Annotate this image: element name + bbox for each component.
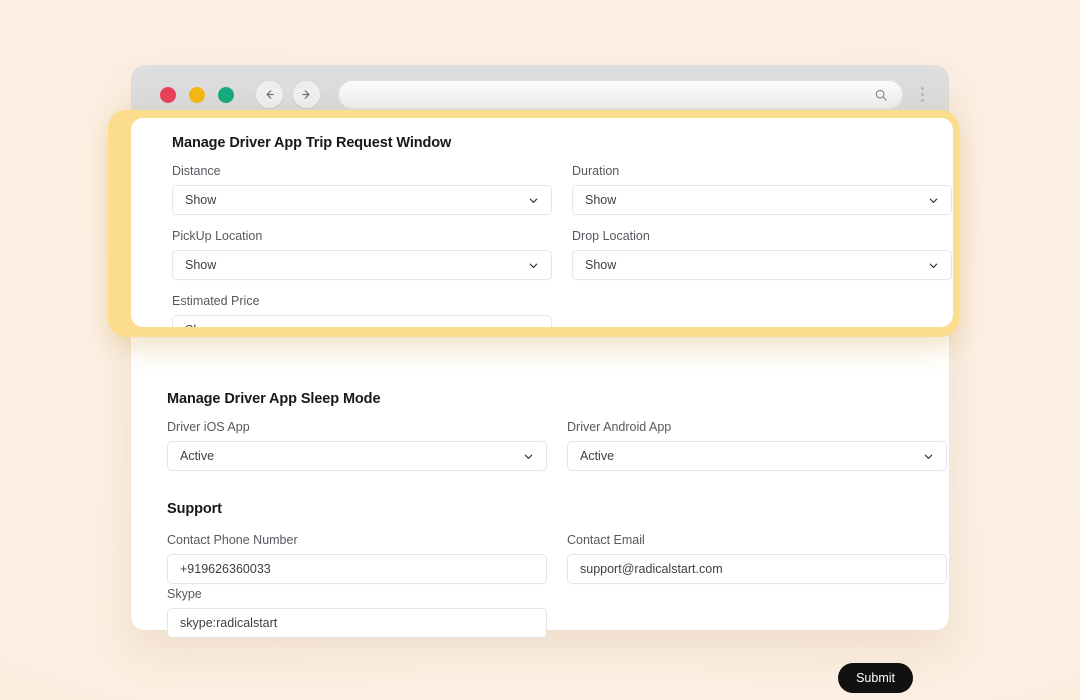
maximize-window-button[interactable] xyxy=(218,86,234,103)
highlight-overlay: Manage Driver App Trip Request Window Di… xyxy=(108,110,959,337)
contact-phone-control[interactable] xyxy=(167,554,547,584)
select-value: Show xyxy=(185,193,217,207)
field-contact-phone-number: Contact Phone Number xyxy=(167,533,547,584)
support-section: Support Contact Phone Number Contact Ema… xyxy=(167,501,947,584)
arrow-right-icon xyxy=(302,90,310,99)
navigation-buttons xyxy=(256,81,320,108)
select-value: Show xyxy=(585,258,617,272)
highlight-card: Manage Driver App Trip Request Window Di… xyxy=(131,118,953,327)
field-label: PickUp Location xyxy=(172,229,263,243)
field-label: Skype xyxy=(167,587,202,601)
field-label: Driver iOS App xyxy=(167,420,250,434)
distance-select[interactable]: Show xyxy=(172,185,552,215)
field-label: Duration xyxy=(572,164,620,178)
trip-request-section-title: Manage Driver App Trip Request Window xyxy=(172,135,452,151)
minimize-window-button[interactable] xyxy=(189,86,205,103)
field-label: Contact Phone Number xyxy=(167,533,298,547)
field-estimated-price: Estimated Price Show xyxy=(172,294,552,327)
field-pickup-location: PickUp Location Show xyxy=(172,229,552,280)
contact-email-input[interactable] xyxy=(580,562,934,576)
skype-control[interactable] xyxy=(167,608,547,638)
field-contact-email: Contact Email xyxy=(567,533,947,584)
address-input[interactable] xyxy=(353,86,866,103)
chevron-down-icon xyxy=(927,194,939,206)
close-window-button[interactable] xyxy=(160,86,176,103)
chevron-down-icon xyxy=(527,259,539,271)
back-button[interactable] xyxy=(256,81,283,108)
sleep-mode-section-title: Manage Driver App Sleep Mode xyxy=(167,391,381,407)
trip-request-window-section: Manage Driver App Trip Request Window Di… xyxy=(172,135,952,327)
chevron-down-icon xyxy=(922,450,934,462)
field-skype: Skype xyxy=(167,587,547,638)
field-label: Drop Location xyxy=(572,229,650,243)
trip-request-row-1: Distance Show Duration Show xyxy=(172,164,952,215)
chevron-down-icon xyxy=(527,324,539,327)
support-section-title: Support xyxy=(167,501,222,517)
forward-button[interactable] xyxy=(293,81,320,108)
support-fields: Contact Phone Number Contact Email xyxy=(167,533,947,584)
trip-request-row-3: Estimated Price Show xyxy=(172,294,943,327)
chevron-down-icon xyxy=(522,450,534,462)
field-label: Contact Email xyxy=(567,533,645,547)
contact-email-control[interactable] xyxy=(567,554,947,584)
submit-row: Submit xyxy=(838,663,913,693)
field-duration: Duration Show xyxy=(572,164,952,215)
duration-select[interactable]: Show xyxy=(572,185,952,215)
arrow-left-icon xyxy=(266,90,274,99)
field-driver-android-app: Driver Android App Active xyxy=(567,420,947,471)
field-drop-location: Drop Location Show xyxy=(572,229,952,280)
drop-location-select[interactable]: Show xyxy=(572,250,952,280)
field-label: Distance xyxy=(172,164,221,178)
field-label: Driver Android App xyxy=(567,420,672,434)
pickup-location-select[interactable]: Show xyxy=(172,250,552,280)
chevron-down-icon xyxy=(527,194,539,206)
select-value: Active xyxy=(180,449,215,463)
search-icon[interactable] xyxy=(874,88,888,102)
kebab-menu-icon[interactable] xyxy=(911,87,933,102)
window-controls xyxy=(160,86,234,103)
select-value: Active xyxy=(580,449,615,463)
contact-phone-input[interactable] xyxy=(180,562,534,576)
field-label: Estimated Price xyxy=(172,294,260,308)
select-value: Show xyxy=(585,193,617,207)
select-value: Show xyxy=(185,323,527,327)
sleep-mode-fields: Driver iOS App Active Driver Android App xyxy=(167,420,947,471)
field-driver-ios-app: Driver iOS App Active xyxy=(167,420,547,471)
skype-input[interactable] xyxy=(180,616,534,630)
field-distance: Distance Show xyxy=(172,164,552,215)
driver-ios-app-select[interactable]: Active xyxy=(167,441,547,471)
estimated-price-select[interactable]: Show xyxy=(172,315,552,327)
address-bar[interactable] xyxy=(338,80,903,109)
trip-request-row-2: PickUp Location Show Drop Location Show xyxy=(172,229,952,280)
driver-android-app-select[interactable]: Active xyxy=(567,441,947,471)
chevron-down-icon xyxy=(927,259,939,271)
select-value: Show xyxy=(185,258,217,272)
submit-button[interactable]: Submit xyxy=(838,663,913,693)
